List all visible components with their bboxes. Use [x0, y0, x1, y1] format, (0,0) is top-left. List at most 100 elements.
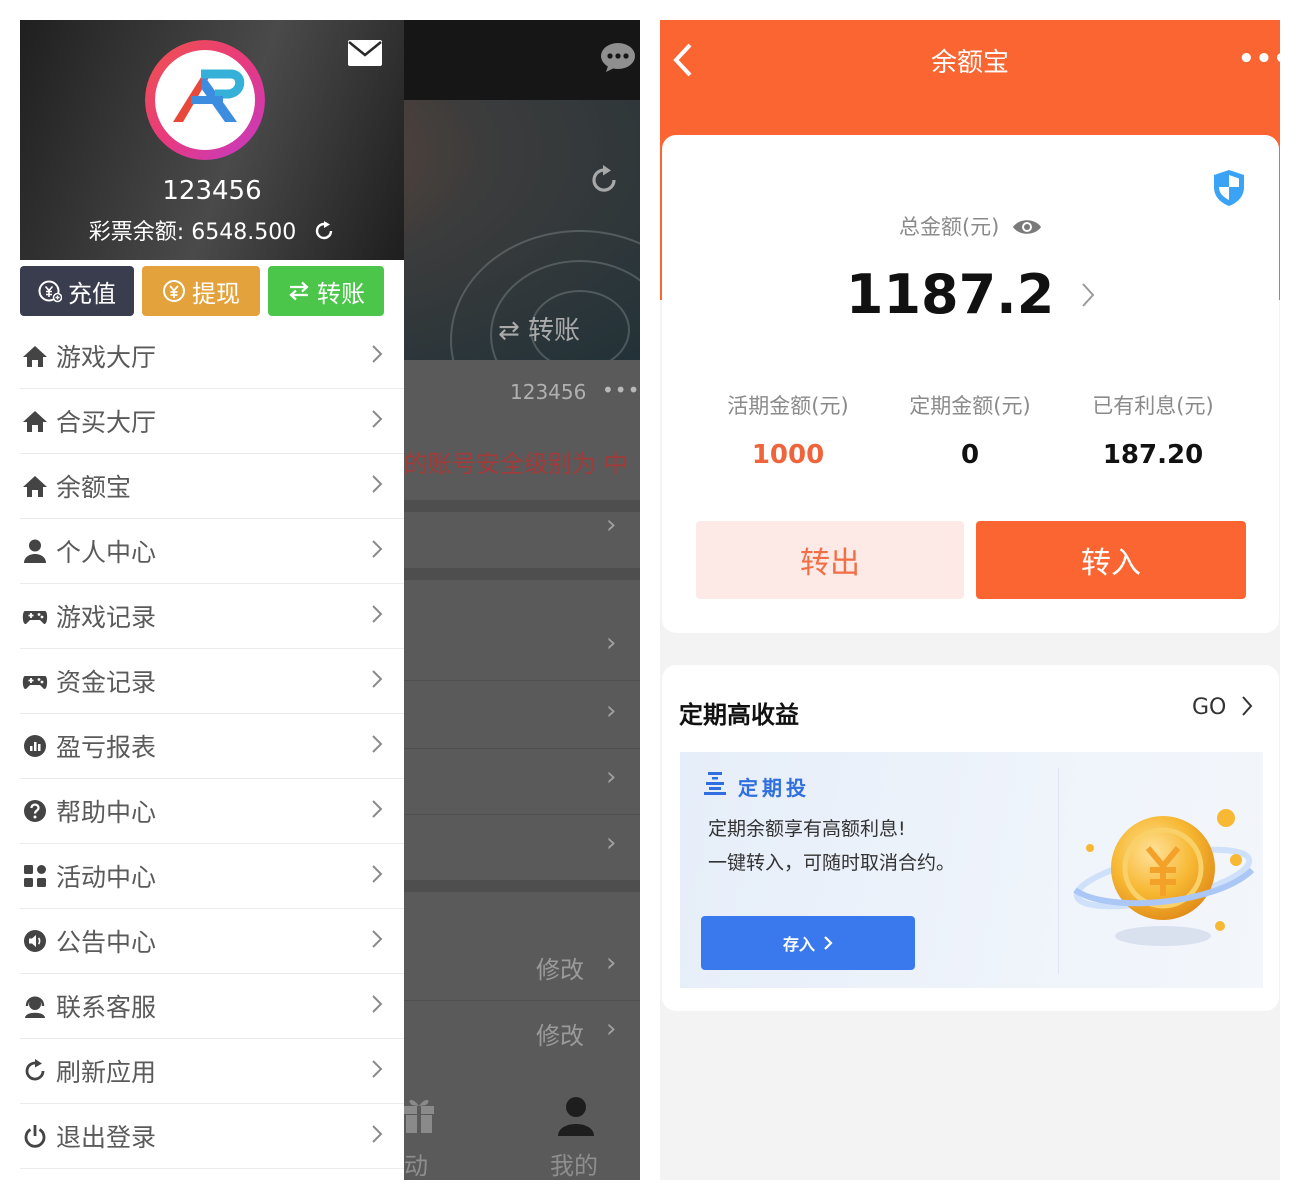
refresh-balance-icon[interactable] [313, 220, 335, 242]
user-icon [24, 539, 46, 563]
balance-summary-card: 总金额(元) 1187.2 活期金额(元) 1000 定期金额(元) 0 已有利… [662, 135, 1279, 633]
chevron-right-icon: › [606, 948, 617, 978]
interest-value: 187.20 [1102, 440, 1204, 470]
chevron-right-icon [372, 865, 383, 883]
drawer-menu-item-label: 盈亏报表 [56, 733, 157, 762]
background-transfer-label: ⇄ 转账 [498, 316, 581, 346]
background-separator [404, 500, 640, 512]
chevron-right-icon: › [606, 1014, 617, 1044]
fixed-investment-description-2: 一键转入，可随时取消合约。 [708, 852, 956, 874]
background-separator [404, 880, 640, 892]
background-row-divider [404, 814, 640, 815]
drawer-menu-item-label: 退出登录 [56, 1123, 157, 1152]
drawer-menu-item[interactable]: 帮助中心 [20, 779, 404, 844]
background-row-divider [404, 1000, 640, 1001]
drawer-menu-item-label: 刷新应用 [56, 1058, 157, 1087]
balance-value: 6548.500 [191, 220, 297, 245]
more-icon[interactable]: ••• [602, 378, 640, 402]
drawer-menu-item[interactable]: 盈亏报表 [20, 714, 404, 779]
drawer-menu-item[interactable]: 联系客服 [20, 974, 404, 1039]
background-separator [404, 568, 640, 580]
fixed-investment-description-1: 定期余额享有高额利息! [708, 818, 906, 840]
drawer-menu-item[interactable]: 退出登录 [20, 1104, 404, 1169]
chevron-right-icon [372, 995, 383, 1013]
avatar[interactable] [145, 40, 265, 160]
drawer-menu-item[interactable]: 游戏记录 [20, 584, 404, 649]
drawer-menu-item-label: 帮助中心 [56, 798, 157, 827]
drawer-menu-item-label: 合买大厅 [56, 408, 157, 437]
chevron-right-icon: › [606, 628, 617, 658]
chevron-right-icon [372, 670, 383, 688]
withdraw-label: 提现 [192, 279, 240, 308]
chevron-right-icon [372, 345, 383, 363]
page-title: 余额宝 [930, 48, 1009, 78]
mail-icon[interactable] [348, 40, 382, 66]
refresh-icon[interactable] [586, 162, 622, 198]
drawer-menu-item[interactable]: 刷新应用 [20, 1039, 404, 1104]
drawer-menu-item-label: 联系客服 [56, 993, 157, 1022]
high-yield-card: 定期高收益 GO 定期投 定期余额享有高额利息! 一键转入，可随时取消合约。 存… [662, 665, 1279, 1011]
gamepad-icon [22, 676, 48, 690]
chevron-right-icon [372, 1060, 383, 1078]
drawer-menu-item[interactable]: 个人中心 [20, 519, 404, 584]
background-row-divider [404, 680, 640, 681]
total-amount-label: 总金额(元) [662, 211, 1279, 241]
power-icon [24, 1125, 46, 1148]
right-phone-screen: 余额宝 ••• 总金额(元) 1187.2 活期金额(元) 1000 [660, 20, 1280, 1180]
deposit-button[interactable]: 存入 [701, 916, 915, 970]
edit-link[interactable]: 修改 [536, 950, 584, 985]
tab-activity-label[interactable]: 动 [404, 1146, 428, 1180]
home-icon [23, 476, 47, 497]
drawer-menu-item-label: 活动中心 [56, 863, 157, 892]
speaker-icon [24, 930, 46, 952]
recharge-label: 充值 [68, 279, 116, 308]
total-amount-value[interactable]: 1187.2 [662, 263, 1279, 326]
chevron-right-icon [372, 800, 383, 818]
drawer-header: 123456 彩票余额: 6548.500 [20, 20, 404, 260]
grid-icon [24, 865, 46, 887]
current-amount-stat: 活期金额(元) 1000 [693, 390, 883, 470]
current-amount-label: 活期金额(元) [727, 394, 849, 418]
side-drawer: 123456 彩票余额: 6548.500 充值 提现 转账 游戏大厅 合买大厅… [20, 20, 404, 1180]
drawer-menu-item[interactable]: 资金记录 [20, 649, 404, 714]
withdraw-button[interactable]: 提现 [142, 266, 260, 316]
tab-mine-label[interactable]: 我的 [550, 1146, 598, 1180]
drawer-menu-item[interactable]: 余额宝 [20, 454, 404, 519]
edit-link[interactable]: 修改 [536, 1016, 584, 1051]
chevron-right-icon [372, 1125, 383, 1143]
fixed-investment-banner: 定期投 定期余额享有高额利息! 一键转入，可随时取消合约。 存入 [680, 752, 1263, 988]
headset-icon [25, 996, 45, 1018]
eye-icon[interactable] [1012, 218, 1042, 236]
drawer-menu-item[interactable]: 合买大厅 [20, 389, 404, 454]
drawer-menu-item[interactable]: 活动中心 [20, 844, 404, 909]
chevron-right-icon: › [606, 510, 617, 540]
person-icon[interactable] [556, 1096, 596, 1136]
more-icon[interactable]: ••• [1238, 44, 1280, 74]
fixed-amount-label: 定期金额(元) [909, 394, 1031, 418]
drawer-menu: 游戏大厅合买大厅余额宝个人中心游戏记录资金记录盈亏报表帮助中心活动中心公告中心联… [20, 324, 404, 1169]
go-link[interactable]: GO [1192, 695, 1253, 720]
lottery-balance: 彩票余额: 6548.500 [20, 214, 404, 246]
chevron-right-icon [1082, 283, 1095, 307]
total-amount-label-text: 总金额(元) [898, 215, 1000, 239]
drawer-menu-item[interactable]: 公告中心 [20, 909, 404, 974]
refresh-icon [25, 1059, 45, 1081]
recharge-button[interactable]: 充值 [20, 266, 134, 316]
drawer-menu-item-label: 余额宝 [56, 473, 132, 502]
transfer-out-button[interactable]: 转出 [696, 521, 964, 599]
transfer-in-button[interactable]: 转入 [976, 521, 1246, 599]
transfer-button[interactable]: 转账 [268, 266, 384, 316]
drawer-menu-item[interactable]: 游戏大厅 [20, 324, 404, 389]
chat-icon[interactable] [600, 42, 636, 72]
high-yield-title: 定期高收益 [679, 701, 799, 729]
total-amount-number: 1187.2 [845, 263, 1055, 326]
home-icon [23, 346, 47, 367]
gift-icon[interactable] [404, 1094, 434, 1134]
drawer-menu-item-label: 游戏记录 [56, 603, 157, 632]
balance-label: 彩票余额: [88, 220, 185, 245]
chevron-right-icon: › [606, 696, 617, 726]
yuan-plus-icon [38, 280, 62, 303]
yuan-coin-icon [163, 280, 185, 302]
shield-icon [1214, 170, 1244, 206]
current-amount-value: 1000 [751, 440, 825, 470]
